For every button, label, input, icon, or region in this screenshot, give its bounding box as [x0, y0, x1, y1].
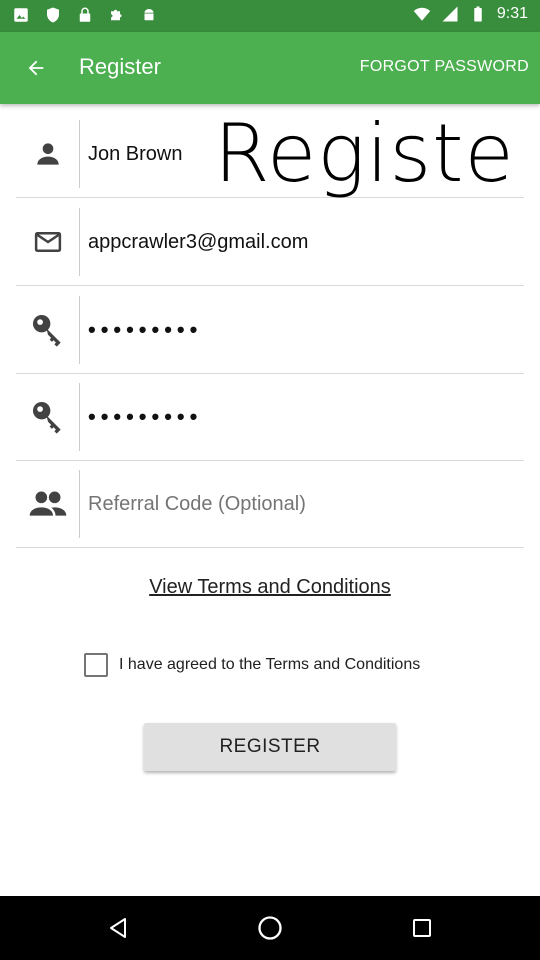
- android-icon: [144, 9, 154, 21]
- notification-icons: [12, 6, 158, 24]
- email-row: appcrawler3@gmail.com: [16, 198, 524, 286]
- group-icon: [29, 491, 66, 516]
- home-icon: [258, 916, 282, 940]
- confirm-password-row: •••••••••: [16, 373, 524, 461]
- person-icon: [36, 143, 59, 165]
- key-icon: [32, 314, 61, 347]
- key-icon: [32, 401, 61, 434]
- battery-icon: [474, 6, 482, 22]
- agree-terms-checkbox[interactable]: [84, 653, 108, 677]
- status-bar: 9:31: [0, 0, 540, 32]
- confirm-password-icon-box: [16, 383, 80, 451]
- image-icon: [14, 8, 28, 22]
- forgot-password-button[interactable]: FORGOT PASSWORD: [360, 58, 529, 76]
- arrow-back-icon: [28, 60, 44, 76]
- system-status: 9:31: [413, 5, 528, 23]
- email-icon-box: [16, 208, 80, 276]
- nav-home-button[interactable]: [254, 912, 286, 944]
- email-field[interactable]: appcrawler3@gmail.com: [88, 198, 524, 286]
- password-field[interactable]: •••••••••: [88, 286, 524, 374]
- lock-icon: [79, 7, 91, 22]
- password-row: •••••••••: [16, 286, 524, 374]
- nav-recents-button[interactable]: [406, 912, 438, 944]
- register-overlay-text: Registe: [214, 107, 515, 200]
- back-button[interactable]: [16, 48, 56, 88]
- referral-icon-box: [16, 470, 80, 538]
- puzzle-icon: [111, 9, 122, 21]
- referral-row: Referral Code (Optional): [16, 460, 524, 548]
- shield-icon: [47, 7, 59, 23]
- confirm-password-field[interactable]: •••••••••: [88, 373, 524, 461]
- register-button[interactable]: REGISTER: [144, 723, 396, 771]
- terms-link-container: View Terms and Conditions: [0, 576, 540, 599]
- view-terms-link[interactable]: View Terms and Conditions: [149, 576, 391, 598]
- password-icon-box: [16, 296, 80, 364]
- agree-terms-label: I have agreed to the Terms and Condition…: [119, 656, 421, 673]
- referral-code-input[interactable]: Referral Code (Optional): [88, 460, 524, 548]
- app-bar: Register FORGOT PASSWORD: [0, 32, 540, 104]
- nav-back-button[interactable]: [102, 912, 134, 944]
- signal-icon: [442, 6, 458, 22]
- recents-icon: [413, 919, 431, 937]
- navigation-bar: [0, 896, 540, 960]
- agree-terms-checkbox-row[interactable]: I have agreed to the Terms and Condition…: [84, 653, 420, 677]
- wifi-icon: [413, 7, 431, 21]
- page-title: Register: [79, 54, 161, 79]
- name-icon-box: [16, 120, 80, 188]
- mail-icon: [34, 232, 61, 252]
- back-icon: [110, 918, 126, 938]
- register-screen: 9:31 Register FORGOT PASSWORD Jon Brown …: [0, 0, 540, 960]
- status-time: 9:31: [496, 5, 528, 22]
